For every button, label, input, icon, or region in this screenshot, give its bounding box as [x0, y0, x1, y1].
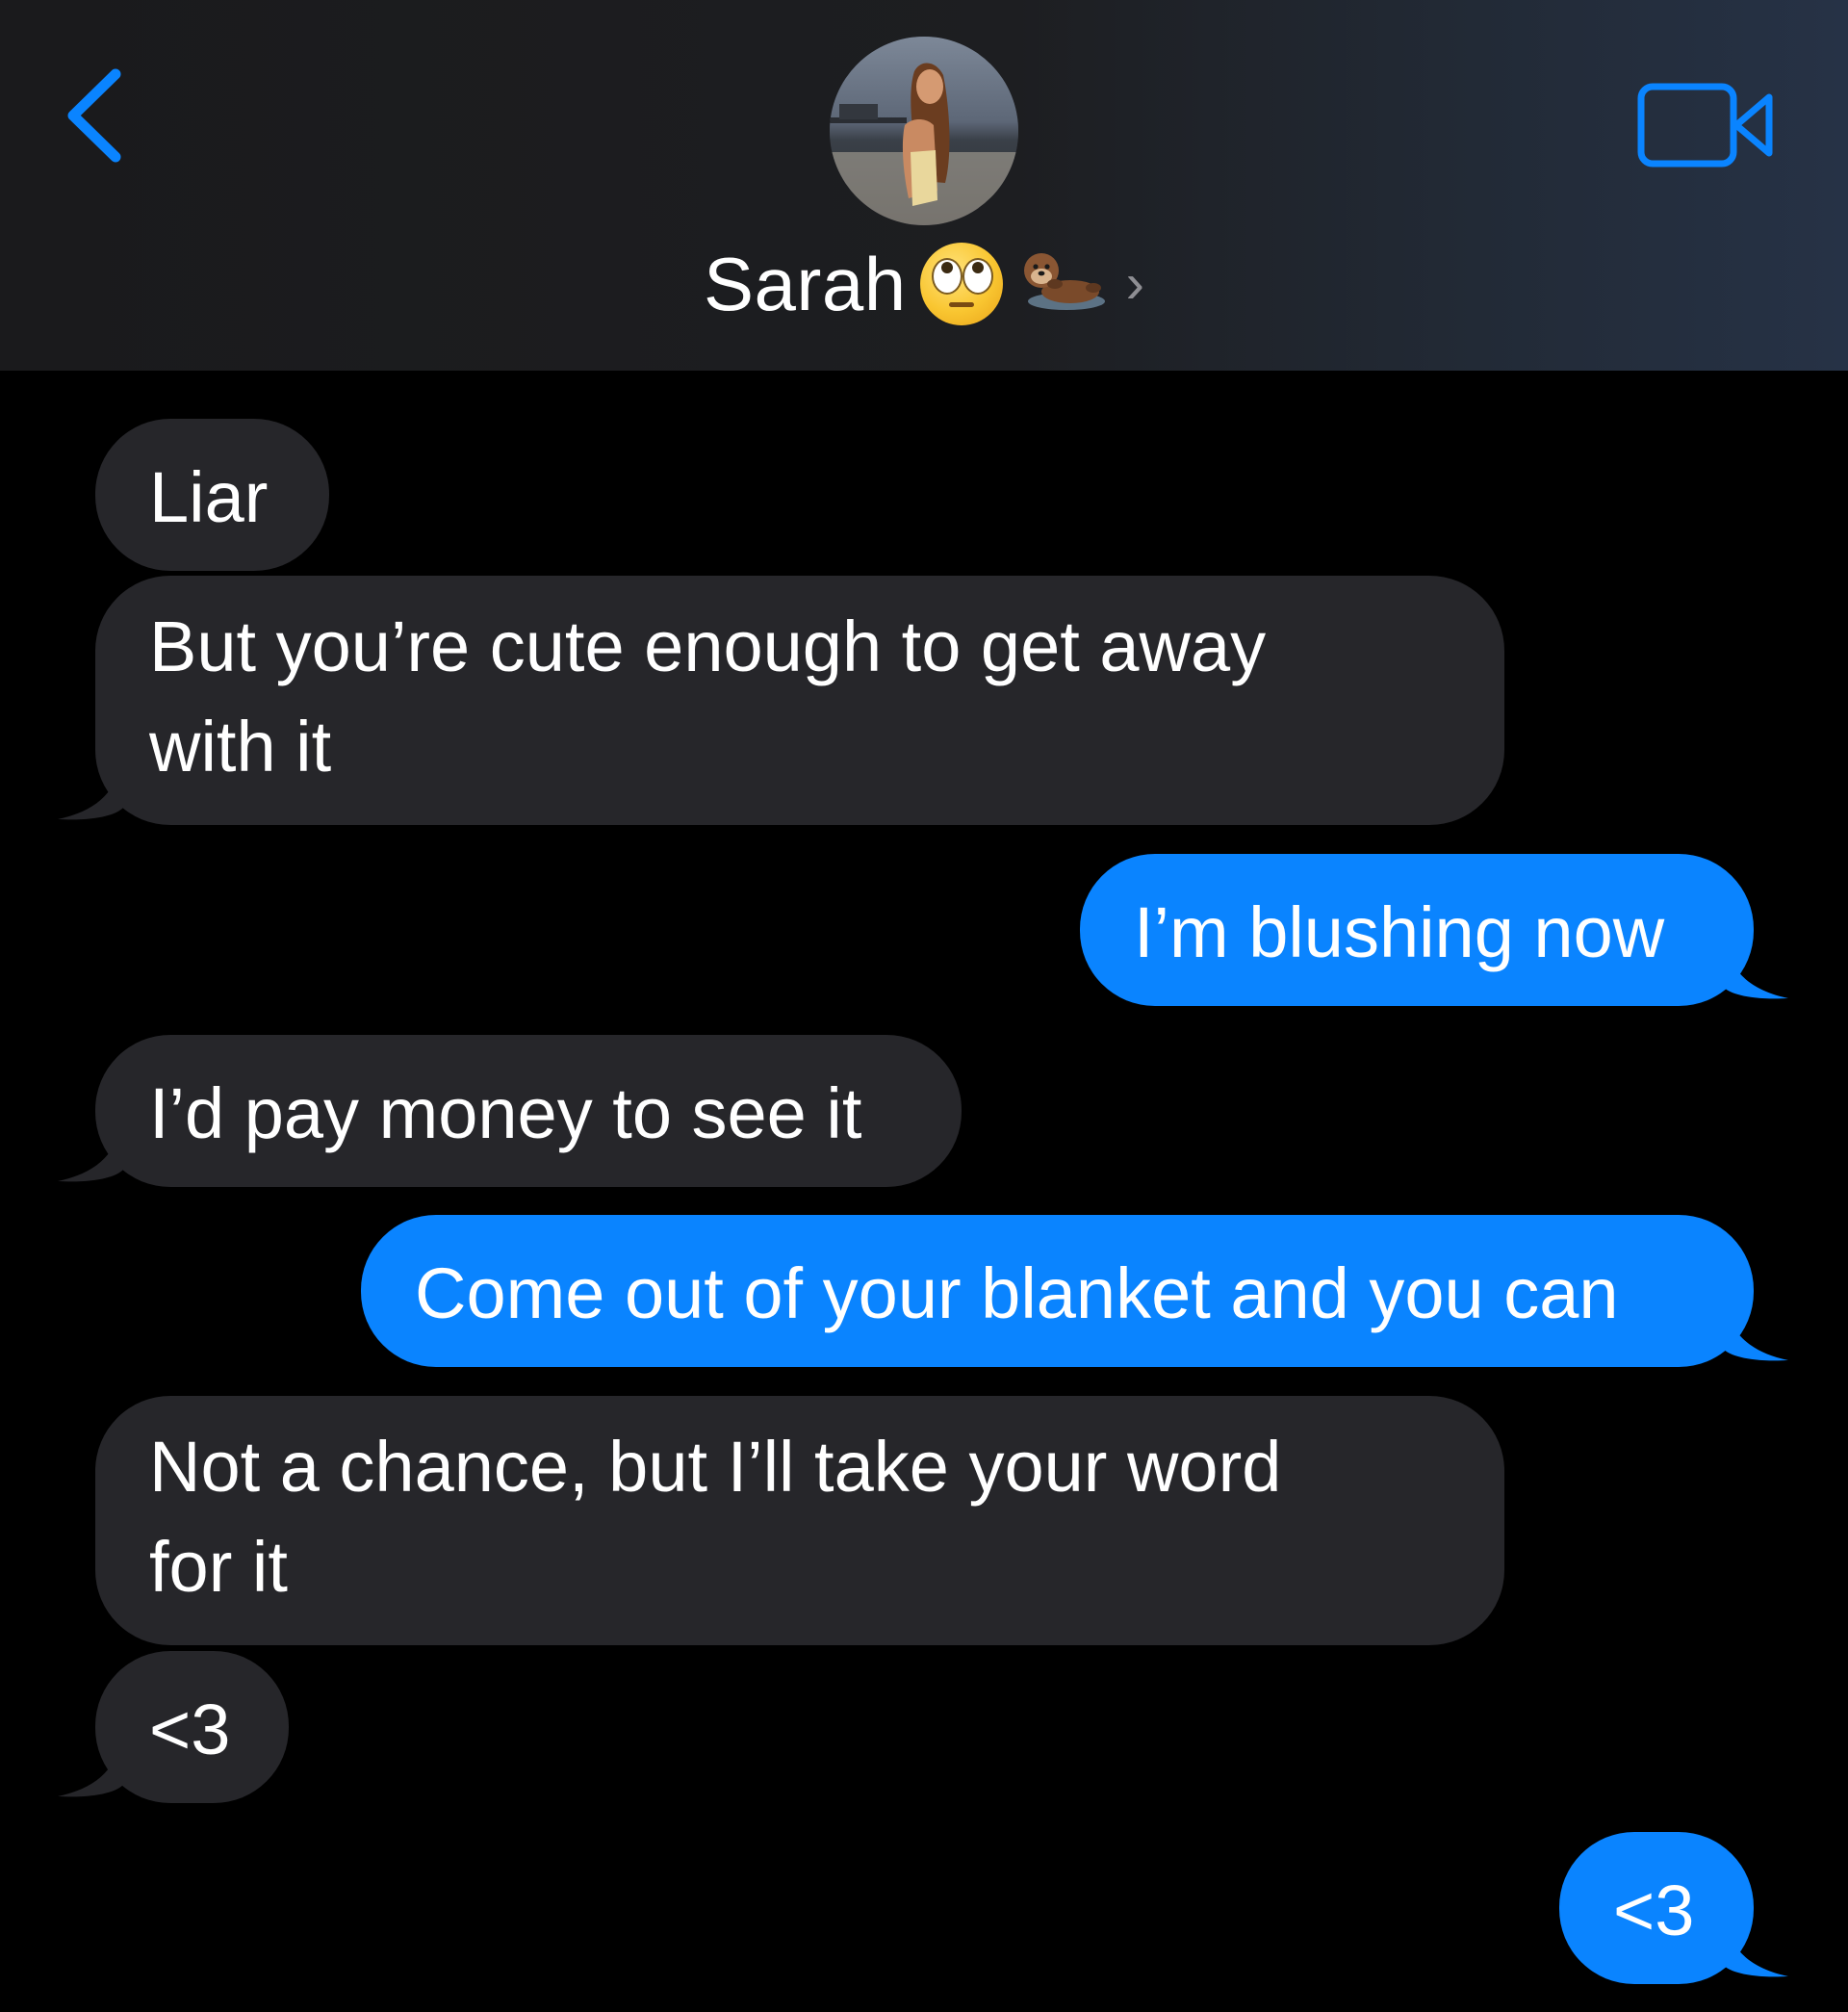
received-message-bubble[interactable]: <3: [95, 1651, 289, 1803]
received-message-bubble[interactable]: Liar: [95, 419, 329, 571]
message-text: Come out of your blanket and you can: [415, 1253, 1619, 1333]
sent-message-bubble[interactable]: Come out of your blanket and you can: [361, 1215, 1754, 1367]
bubble-tail: [1723, 1922, 1790, 1980]
chevron-left-icon: [67, 68, 121, 163]
facetime-video-button[interactable]: [1636, 82, 1776, 168]
bubble-tail: [56, 1127, 123, 1185]
message-text-line-1: Not a chance, but I’ll take your word: [149, 1427, 1282, 1507]
message-text: <3: [149, 1690, 231, 1769]
eye-roll-emoji-icon: [919, 243, 1003, 325]
video-camera-icon: [1637, 83, 1773, 168]
received-message-bubble[interactable]: I’d pay money to see it: [95, 1035, 962, 1187]
message-text: <3: [1613, 1870, 1695, 1950]
contact-name-row[interactable]: Sarah ›: [0, 236, 1848, 332]
message-text-line-2: with it: [149, 707, 332, 787]
message-thread[interactable]: Liar But you’re cute enough to get away …: [0, 371, 1848, 2012]
bubble-tail: [1723, 944, 1790, 1002]
bubble-tail: [1723, 1306, 1790, 1364]
message-text: I’d pay money to see it: [149, 1073, 862, 1153]
bubble-tail: [56, 1742, 123, 1800]
bubble-tail: [56, 765, 123, 823]
message-text-line-1: But you’re cute enough to get away: [149, 606, 1267, 686]
received-message-bubble[interactable]: Not a chance, but I’ll take your word fo…: [95, 1396, 1504, 1645]
message-text-line-2: for it: [149, 1527, 288, 1607]
otter-emoji-icon: [1016, 245, 1109, 322]
sent-message-bubble[interactable]: I’m blushing now: [1080, 854, 1754, 1006]
contact-avatar[interactable]: [830, 37, 1018, 225]
contact-name: Sarah: [704, 242, 907, 326]
received-message-bubble[interactable]: But you’re cute enough to get away with …: [95, 576, 1504, 825]
message-text: I’m blushing now: [1134, 892, 1665, 972]
chevron-right-icon: ›: [1125, 252, 1144, 315]
conversation-header: Sarah ›: [0, 0, 1848, 371]
avatar-photo: [830, 37, 1018, 225]
back-button[interactable]: [58, 63, 135, 168]
message-text: Liar: [149, 457, 269, 537]
